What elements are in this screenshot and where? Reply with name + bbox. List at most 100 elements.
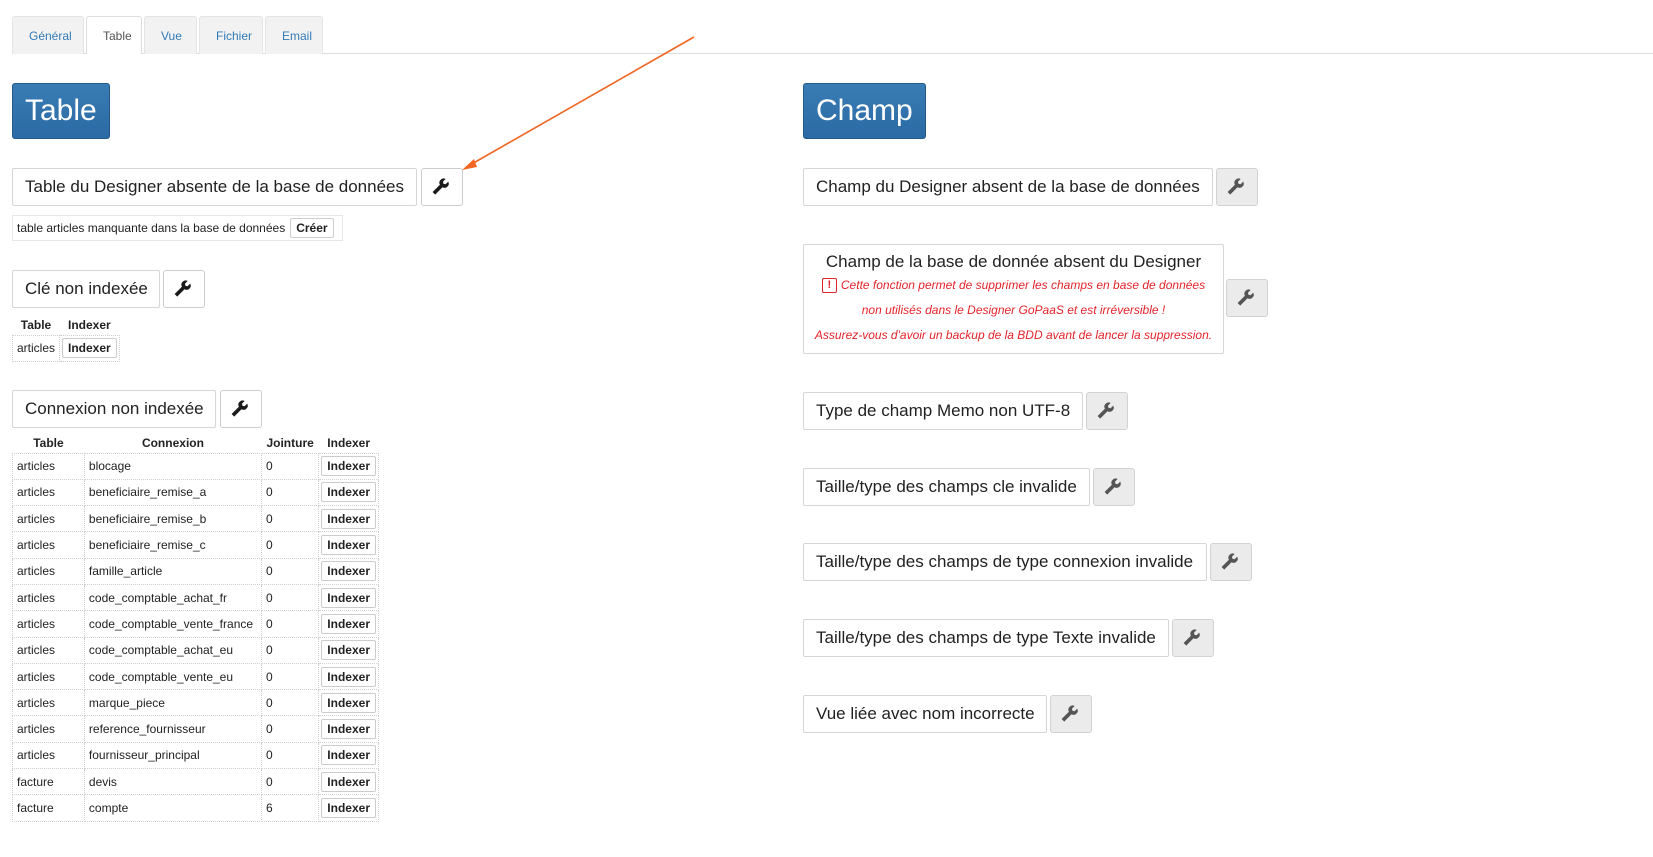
table-cell: facture: [12, 768, 85, 796]
table-row: articles marque_piece 0 Indexer: [12, 689, 379, 717]
tab-general[interactable]: Général: [12, 16, 84, 54]
tab-table[interactable]: Table: [86, 16, 142, 54]
tab-email[interactable]: Email: [265, 16, 323, 54]
table-cell: articles: [12, 689, 85, 717]
table-cell: code_comptable_achat_eu: [83, 636, 262, 664]
champ-section-title: Champ: [803, 83, 926, 139]
table-cell: Indexer: [318, 452, 379, 480]
create-table-button[interactable]: Créer: [290, 218, 334, 238]
indexer-button[interactable]: Indexer: [321, 587, 376, 608]
table-cell: articles: [12, 741, 85, 770]
table-section-title: Table: [12, 83, 110, 139]
wrench-icon: [231, 400, 248, 417]
memo-utf8-label: Type de champ Memo non UTF-8: [803, 392, 1083, 430]
table-cell: articles: [12, 531, 85, 559]
key-field-invalid-label: Taille/type des champs cle invalide: [803, 468, 1090, 506]
key-not-indexed-wrench-button[interactable]: [163, 270, 205, 308]
table-row: articles Indexer: [11, 334, 120, 362]
warning-icon: !: [821, 278, 837, 293]
wrench-icon: [1097, 402, 1114, 419]
table-header-row: Table Indexer: [13, 316, 120, 335]
table-header-row: Table Connexion Jointure Indexer: [13, 434, 379, 453]
tab-vue[interactable]: Vue: [144, 16, 197, 54]
table-cell: articles: [12, 505, 85, 533]
indexer-button[interactable]: Indexer: [321, 771, 376, 792]
view-name-incorrect-wrench-button[interactable]: [1050, 695, 1092, 733]
indexer-button[interactable]: Indexer: [62, 338, 117, 359]
table-cell: marque_piece: [83, 689, 262, 717]
wrench-icon: [1061, 705, 1078, 722]
missing-table-wrench-button[interactable]: [421, 168, 463, 206]
key-not-indexed-table: Table Indexer articles Indexer: [11, 316, 120, 362]
indexer-button[interactable]: Indexer: [321, 666, 376, 687]
tab-bar: Général Table Vue Fichier Email: [12, 16, 325, 54]
warning-line: Assurez-vous d'avoir un backup de la BDD…: [814, 328, 1213, 342]
table-cell: 0: [260, 715, 320, 743]
indexer-button[interactable]: Indexer: [321, 692, 376, 713]
wrench-icon: [1183, 629, 1200, 646]
table-cell: articles: [12, 715, 85, 743]
column-header: Table: [33, 436, 64, 451]
table-cell: 0: [260, 636, 320, 664]
column-header: Indexer: [68, 318, 111, 333]
indexer-button[interactable]: Indexer: [321, 745, 376, 766]
indexer-button[interactable]: Indexer: [321, 798, 376, 818]
text-field-invalid-label: Taille/type des champs de type Texte inv…: [803, 619, 1169, 657]
table-cell: Indexer: [318, 531, 379, 559]
table-row: articles fournisseur_principal 0 Indexer: [12, 741, 379, 770]
table-cell: 0: [260, 505, 320, 533]
champ-missing-db-wrench-button[interactable]: [1216, 168, 1258, 206]
tab-fichier[interactable]: Fichier: [199, 16, 263, 54]
connection-not-indexed-wrench-button[interactable]: [220, 390, 262, 428]
wrench-icon: [1237, 289, 1254, 306]
table-cell: Indexer: [318, 662, 379, 691]
table-cell: articles: [12, 636, 85, 664]
table-cell: 0: [260, 741, 320, 770]
key-field-invalid-wrench-button[interactable]: [1093, 468, 1135, 506]
column-header: Jointure: [266, 436, 314, 451]
warning-line: non utilisés dans le Designer GoPaaS et …: [861, 303, 1166, 317]
table-cell: beneficiaire_remise_a: [83, 478, 262, 507]
indexer-button[interactable]: Indexer: [321, 640, 376, 661]
champ-missing-db-label: Champ du Designer absent de la base de d…: [803, 168, 1213, 206]
champ-missing-designer-box: Champ de la base de donnée absent du Des…: [803, 244, 1224, 354]
wrench-icon: [1227, 178, 1244, 195]
indexer-button[interactable]: Indexer: [321, 719, 376, 740]
wrench-icon: [432, 178, 449, 195]
table-cell: Indexer: [318, 636, 379, 664]
indexer-button[interactable]: Indexer: [321, 613, 376, 634]
table-cell: articles: [12, 662, 85, 691]
table-cell: beneficiaire_remise_c: [83, 531, 262, 559]
table-cell: 0: [260, 478, 320, 507]
table-cell: 0: [260, 689, 320, 717]
table-cell: code_comptable_achat_fr: [83, 583, 262, 612]
table-row: articles code_comptable_achat_fr 0 Indexer: [12, 583, 379, 612]
table-cell: articles: [12, 583, 85, 612]
table-cell: Indexer: [318, 583, 379, 612]
champ-missing-designer-label: Champ de la base de donnée absent du Des…: [825, 252, 1202, 271]
table-cell: code_comptable_vente_france: [83, 610, 262, 638]
table-cell: reference_fournisseur: [83, 715, 262, 743]
column-header: Indexer: [327, 436, 370, 451]
table-cell: Indexer: [318, 768, 379, 796]
table-row: articles code_comptable_achat_eu 0 Indexer: [12, 636, 379, 664]
table-row: articles blocage 0 Indexer: [12, 452, 379, 480]
champ-missing-designer-wrench-button[interactable]: [1226, 279, 1268, 317]
indexer-button[interactable]: Indexer: [321, 535, 376, 556]
table-cell: articles: [12, 610, 85, 638]
connection-field-invalid-wrench-button[interactable]: [1210, 543, 1252, 581]
table-row: articles reference_fournisseur 0 Indexer: [12, 715, 379, 743]
connection-not-indexed-label: Connexion non indexée: [12, 390, 216, 428]
indexer-button[interactable]: Indexer: [321, 456, 376, 477]
table-cell: articles: [12, 557, 85, 585]
table-cell: compte: [83, 794, 262, 822]
indexer-button[interactable]: Indexer: [321, 508, 376, 529]
memo-utf8-wrench-button[interactable]: [1086, 392, 1128, 430]
indexer-button[interactable]: Indexer: [321, 482, 376, 503]
text-field-invalid-wrench-button[interactable]: [1172, 619, 1214, 657]
missing-table-label: Table du Designer absente de la base de …: [12, 168, 417, 206]
table-row: facture compte 6 Indexer: [12, 794, 379, 822]
indexer-button[interactable]: Indexer: [321, 561, 376, 582]
table-cell: beneficiaire_remise_b: [83, 505, 262, 533]
table-cell: Indexer: [318, 557, 379, 585]
